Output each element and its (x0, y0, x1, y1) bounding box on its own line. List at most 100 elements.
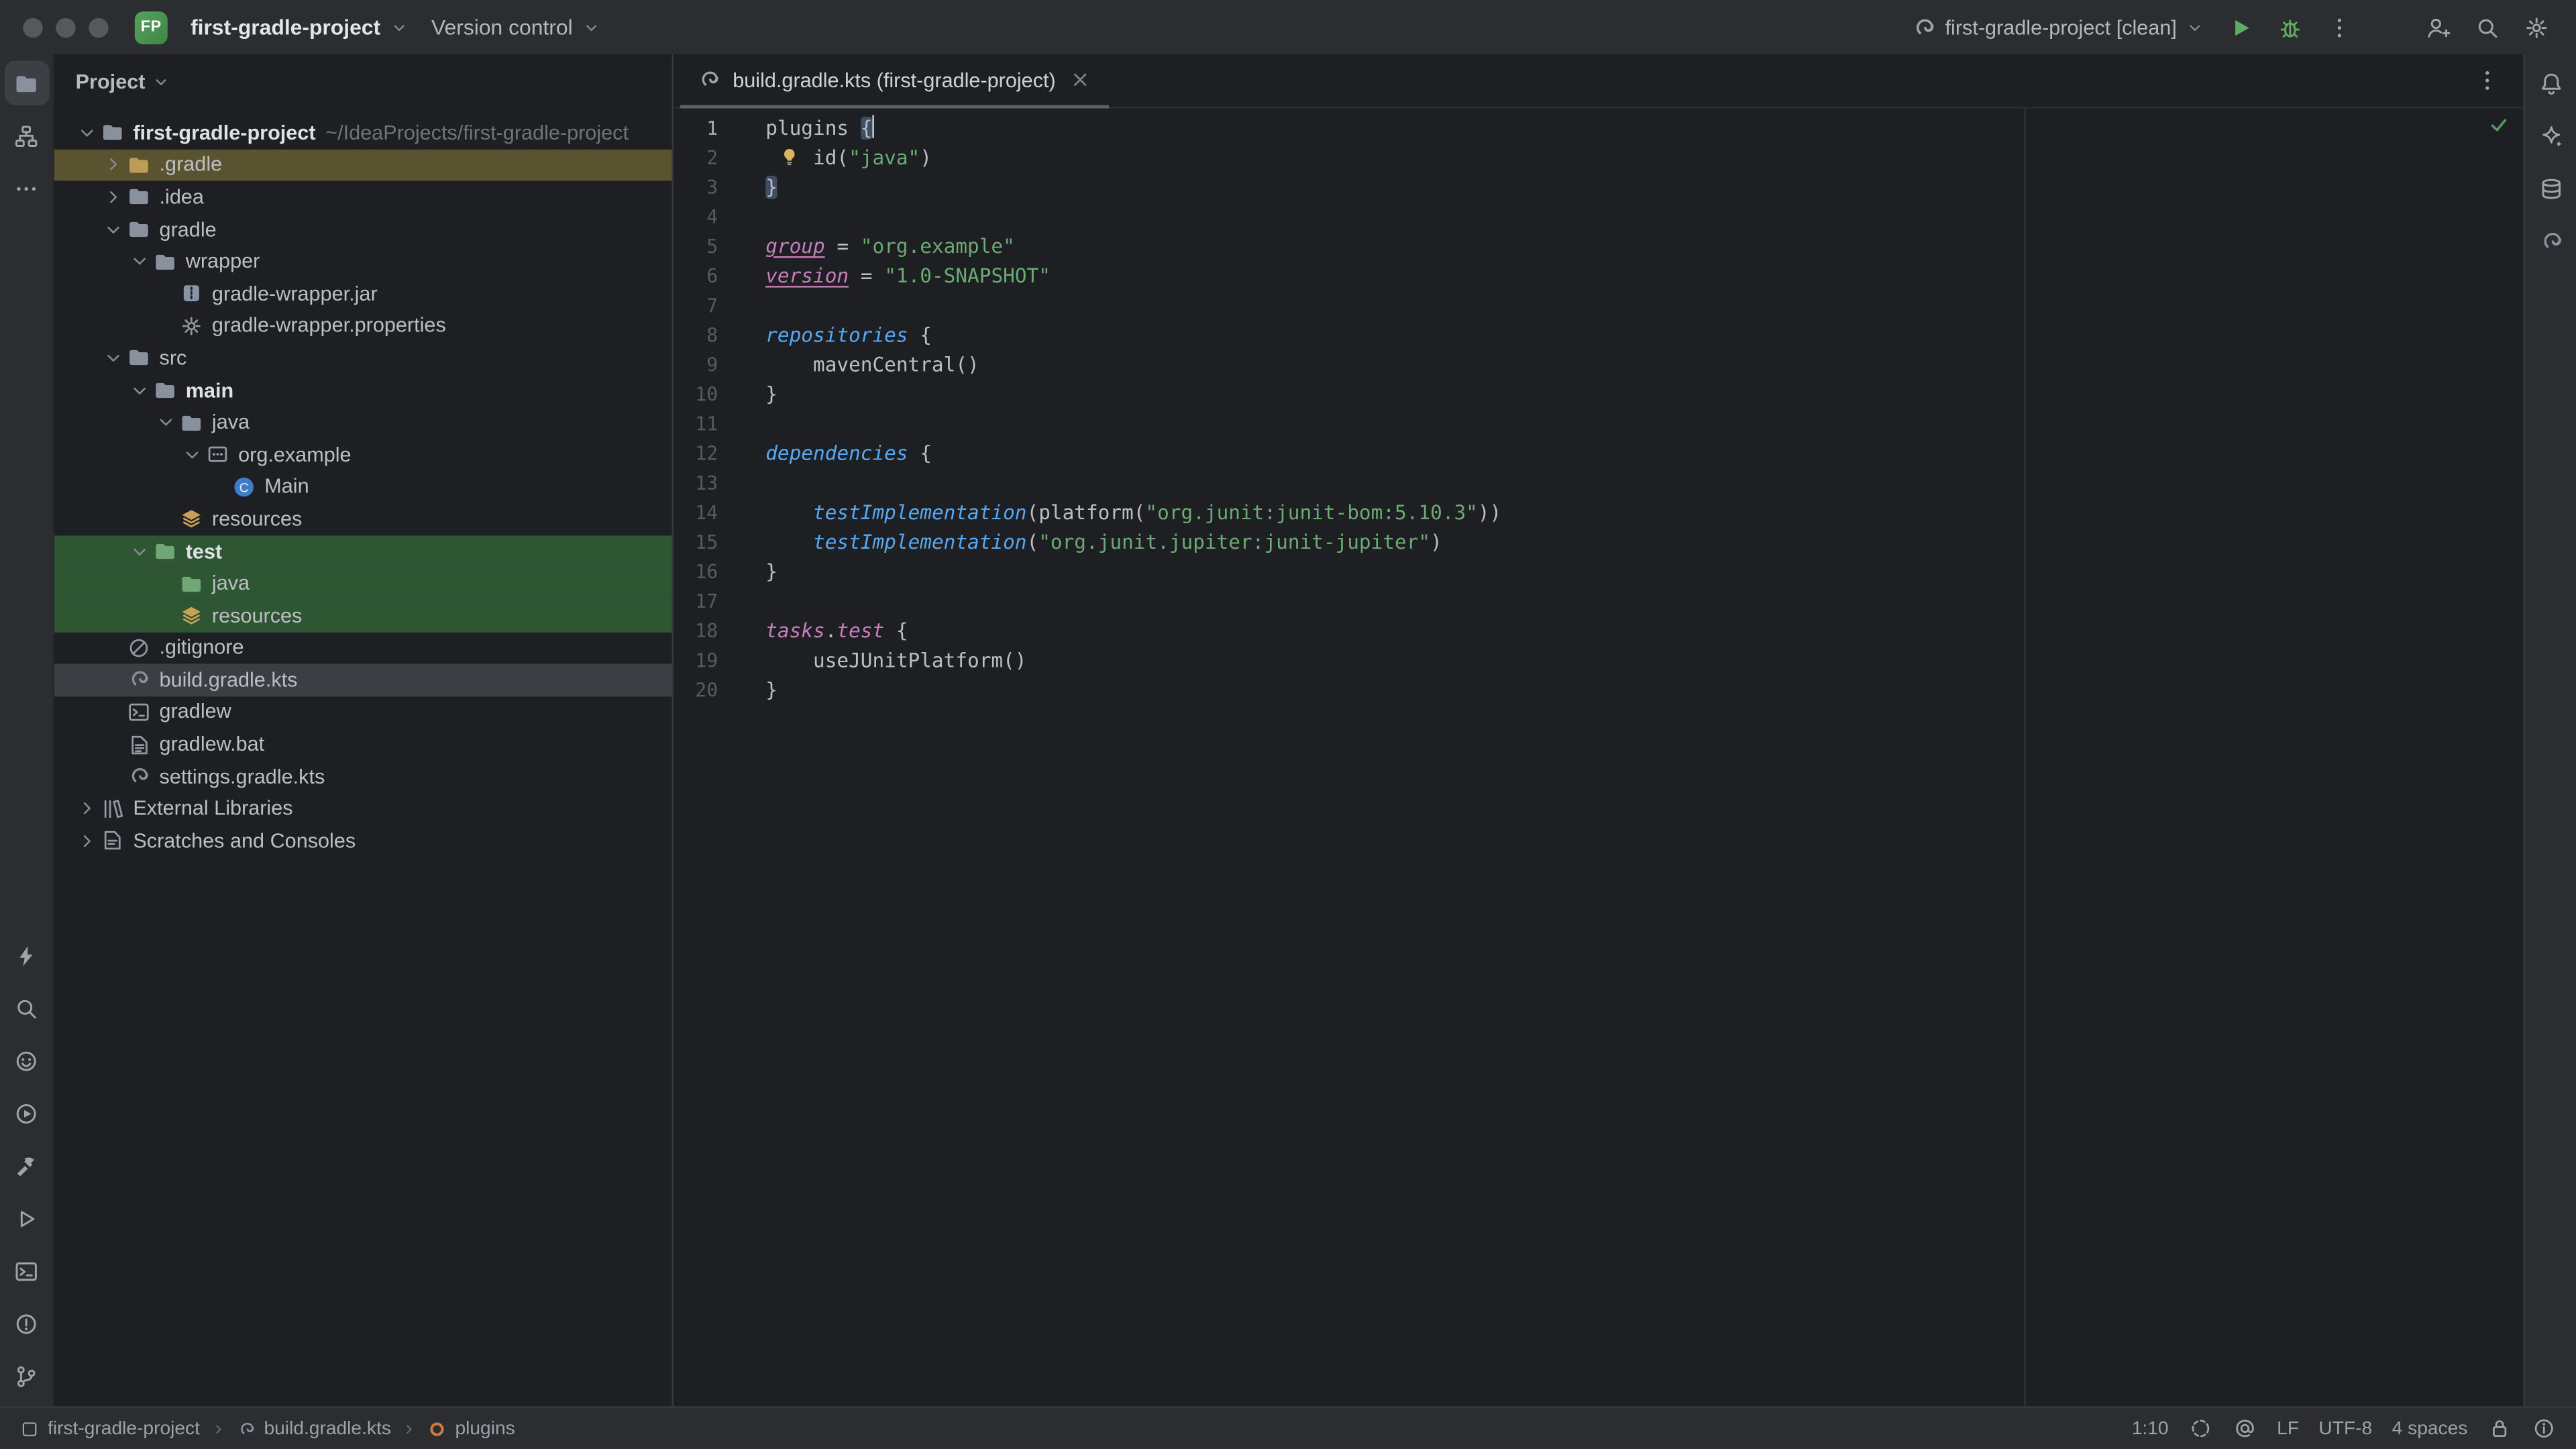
tree-row-external-libraries[interactable]: External Libraries (54, 793, 672, 825)
gradle-tool-button[interactable] (2528, 219, 2573, 263)
problems-tool-button[interactable] (4, 1301, 48, 1346)
code-line-16[interactable]: 16} (674, 557, 2524, 586)
search-everywhere-button[interactable] (2464, 7, 2510, 47)
code-line-8[interactable]: 8repositories { (674, 321, 2524, 350)
chevron-right-icon[interactable] (76, 797, 99, 820)
tree-row-wrapper[interactable]: wrapper (54, 246, 672, 278)
ai-tool-button[interactable] (2528, 113, 2573, 158)
breadcrumb-plugins[interactable]: plugins (427, 1419, 515, 1438)
chevron-right-icon[interactable] (76, 829, 99, 852)
code-line-19[interactable]: 19 useJUnitPlatform() (674, 645, 2524, 675)
tree-row-build-gradle-kts[interactable]: build.gradle.kts (54, 664, 672, 696)
project-panel-header[interactable]: Project (54, 58, 672, 107)
tree-row-gradlew[interactable]: gradlew (54, 696, 672, 729)
database-tool-button[interactable] (2528, 166, 2573, 210)
tree-row-org-example[interactable]: org.example (54, 439, 672, 471)
chevron-down-icon[interactable] (154, 411, 177, 434)
chevron-down-icon[interactable] (76, 121, 99, 144)
chevron-down-icon[interactable] (128, 540, 151, 563)
vcs-selector[interactable]: Version control (421, 8, 610, 46)
chevron-right-icon[interactable] (102, 186, 125, 209)
indent-style-widget[interactable]: 4 spaces (2392, 1419, 2468, 1438)
code-line-2[interactable]: 2 id("java") (674, 143, 2524, 172)
bolt-tool-button[interactable] (4, 933, 48, 977)
more-run-options-button[interactable] (2316, 7, 2363, 47)
tree-row-gradle-wrapper-jar[interactable]: gradle-wrapper.jar (54, 278, 672, 310)
structure-tool-button[interactable] (4, 113, 48, 158)
code-line-11[interactable]: 11 (674, 409, 2524, 439)
run-tool-button[interactable] (4, 1196, 48, 1240)
chevron-right-icon[interactable] (102, 154, 125, 176)
tree-row-gradlew-bat[interactable]: gradlew.bat (54, 729, 672, 761)
highlighting-widget[interactable] (2188, 1416, 2213, 1441)
tree-row-main[interactable]: main (54, 374, 672, 407)
code-line-7[interactable]: 7 (674, 290, 2524, 320)
search-tool-button[interactable] (4, 985, 48, 1030)
breadcrumb-build-gradle-kts[interactable]: build.gradle.kts (236, 1419, 391, 1438)
code-line-3[interactable]: 3} (674, 172, 2524, 202)
code-line-20[interactable]: 20} (674, 676, 2524, 705)
info-widget[interactable] (2532, 1416, 2557, 1441)
services-tool-button[interactable] (4, 1091, 48, 1135)
tree-row-gradle[interactable]: .gradle (54, 149, 672, 181)
editor-options-button[interactable] (2464, 61, 2510, 101)
breadcrumb-first-gradle-project[interactable]: first-gradle-project (19, 1419, 200, 1438)
tree-row-settings-gradle-kts[interactable]: settings.gradle.kts (54, 761, 672, 793)
terminal-tool-button[interactable] (4, 1248, 48, 1293)
chat-tool-button[interactable] (4, 1038, 48, 1083)
build-tool-button[interactable] (4, 1143, 48, 1187)
intention-bulb-icon[interactable] (779, 146, 800, 168)
close-tab-icon[interactable] (1067, 67, 1092, 92)
tree-row-main[interactable]: CMain (54, 471, 672, 503)
close-window-button[interactable] (23, 17, 42, 37)
tree-row-gitignore[interactable]: .gitignore (54, 632, 672, 664)
code-line-18[interactable]: 18tasks.test { (674, 616, 2524, 645)
chevron-down-icon[interactable] (102, 218, 125, 241)
line-separator-widget[interactable]: LF (2277, 1419, 2299, 1438)
tree-row-test[interactable]: test (54, 535, 672, 568)
code-line-14[interactable]: 14 testImplementation(platform("org.juni… (674, 498, 2524, 527)
code-line-5[interactable]: 5group = "org.example" (674, 231, 2524, 261)
vcs-tool-button[interactable] (4, 1354, 48, 1398)
code-line-4[interactable]: 4 (674, 202, 2524, 231)
tree-row-idea[interactable]: .idea (54, 181, 672, 213)
chevron-down-icon[interactable] (128, 379, 151, 402)
more-tool-button[interactable] (4, 166, 48, 210)
tree-row-gradle[interactable]: gradle (54, 213, 672, 246)
code-line-17[interactable]: 17 (674, 586, 2524, 616)
tree-row-first-gradle-project[interactable]: first-gradle-project~/IdeaProjects/first… (54, 117, 672, 149)
code-line-6[interactable]: 6version = "1.0-SNAPSHOT" (674, 261, 2524, 290)
lock-widget[interactable] (2487, 1416, 2512, 1441)
encoding-widget[interactable]: UTF-8 (2318, 1419, 2372, 1438)
at-widget[interactable] (2233, 1416, 2257, 1441)
tree-row-src[interactable]: src (54, 342, 672, 374)
code-with-me-button[interactable] (2415, 7, 2461, 47)
zoom-window-button[interactable] (89, 17, 108, 37)
code-line-1[interactable]: 1plugins { (674, 113, 2524, 143)
code-editor[interactable]: 1plugins {2 id("java")3}45group = "org.e… (674, 109, 2524, 1407)
project-tool-button[interactable] (4, 61, 48, 105)
tree-row-resources[interactable]: resources (54, 503, 672, 535)
chevron-down-icon[interactable] (180, 443, 203, 466)
settings-button[interactable] (2514, 7, 2560, 47)
tree-row-java[interactable]: java (54, 407, 672, 439)
code-line-9[interactable]: 9 mavenCentral() (674, 350, 2524, 380)
editor-tab-build-gradle-kts[interactable]: build.gradle.kts (first-gradle-project) (680, 54, 1108, 109)
notifications-tool-button[interactable] (2528, 61, 2573, 105)
run-configuration-selector[interactable]: first-gradle-project [clean] (1900, 7, 2214, 47)
project-selector[interactable]: first-gradle-project (180, 8, 418, 46)
chevron-down-icon[interactable] (128, 250, 151, 273)
code-line-13[interactable]: 13 (674, 468, 2524, 498)
chevron-down-icon[interactable] (102, 347, 125, 370)
tree-row-resources[interactable]: resources (54, 600, 672, 632)
code-line-12[interactable]: 12dependencies { (674, 439, 2524, 468)
code-line-15[interactable]: 15 testImplementation("org.junit.jupiter… (674, 527, 2524, 557)
caret-position-widget[interactable]: 1:10 (2132, 1419, 2169, 1438)
tree-row-java[interactable]: java (54, 568, 672, 600)
tree-row-scratches-and-consoles[interactable]: Scratches and Consoles (54, 825, 672, 857)
tree-row-gradle-wrapper-properties[interactable]: gradle-wrapper.properties (54, 310, 672, 342)
minimize-window-button[interactable] (56, 17, 75, 37)
code-line-10[interactable]: 10} (674, 380, 2524, 409)
run-button[interactable] (2218, 7, 2264, 47)
debug-button[interactable] (2267, 7, 2314, 47)
